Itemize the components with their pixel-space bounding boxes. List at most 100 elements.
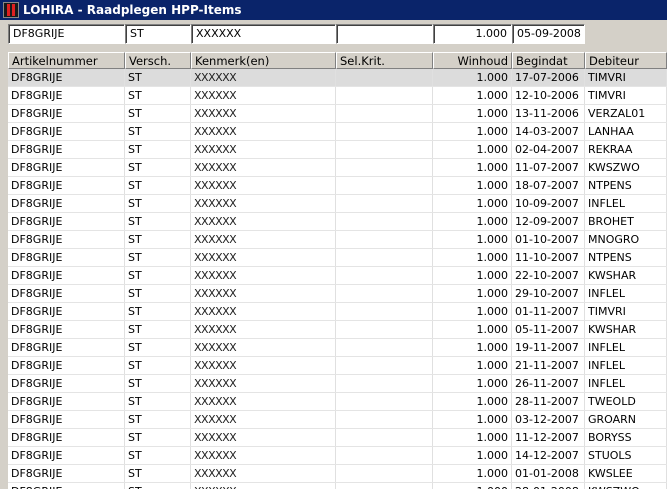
cell-winhoud: 1.000 <box>433 483 512 489</box>
table-row[interactable]: DF8GRIJE ST XXXXXX 1.000 01-11-2007 TIMVRI <box>8 303 667 321</box>
table-row[interactable]: DF8GRIJE ST XXXXXX 1.000 14-03-2007 LANHAA <box>8 123 667 141</box>
cell-debiteur: TWEOLD <box>585 393 667 410</box>
table-row[interactable]: DF8GRIJE ST XXXXXX 1.000 10-09-2007 INFLEL <box>8 195 667 213</box>
cell-begindat: 01-01-2008 <box>512 465 585 482</box>
cell-versch: ST <box>125 303 191 320</box>
column-header-kenmerk[interactable]: Kenmerk(en) <box>191 52 336 69</box>
selkrit-filter[interactable] <box>336 24 433 44</box>
cell-artikelnummer: DF8GRIJE <box>8 141 125 158</box>
table-row[interactable]: DF8GRIJE ST XXXXXX 1.000 28-11-2007 TWEOLD <box>8 393 667 411</box>
cell-winhoud: 1.000 <box>433 105 512 122</box>
cell-debiteur: LANHAA <box>585 123 667 140</box>
cell-selkrit <box>336 285 433 302</box>
datum-filter[interactable]: 05-09-2008 <box>512 24 585 44</box>
cell-begindat: 03-12-2007 <box>512 411 585 428</box>
table-row[interactable]: DF8GRIJE ST XXXXXX 1.000 26-11-2007 INFLEL <box>8 375 667 393</box>
grid-header: Artikelnummer Versch. Kenmerk(en) Sel.Kr… <box>8 52 667 69</box>
cell-artikelnummer: DF8GRIJE <box>8 303 125 320</box>
artikelnummer-filter[interactable]: DF8GRIJE <box>8 24 125 44</box>
column-header-winhoud[interactable]: Winhoud <box>433 52 512 69</box>
table-row[interactable]: DF8GRIJE ST XXXXXX 1.000 11-07-2007 KWSZWO <box>8 159 667 177</box>
table-row[interactable]: DF8GRIJE ST XXXXXX 1.000 29-10-2007 INFLEL <box>8 285 667 303</box>
cell-artikelnummer: DF8GRIJE <box>8 285 125 302</box>
table-row[interactable]: DF8GRIJE ST XXXXXX 1.000 12-09-2007 BROHET <box>8 213 667 231</box>
cell-begindat: 28-11-2007 <box>512 393 585 410</box>
cell-artikelnummer: DF8GRIJE <box>8 411 125 428</box>
table-row[interactable]: DF8GRIJE ST XXXXXX 1.000 05-11-2007 KWSHAR <box>8 321 667 339</box>
table-row[interactable]: DF8GRIJE ST XXXXXX 1.000 22-10-2007 KWSHAR <box>8 267 667 285</box>
column-header-selkrit[interactable]: Sel.Krit. <box>336 52 433 69</box>
table-row[interactable]: DF8GRIJE ST XXXXXX 1.000 11-12-2007 BORYSS <box>8 429 667 447</box>
cell-winhoud: 1.000 <box>433 231 512 248</box>
table-row[interactable]: DF8GRIJE ST XXXXXX 1.000 01-01-2008 KWSLEE <box>8 465 667 483</box>
table-row[interactable]: DF8GRIJE ST XXXXXX 1.000 21-11-2007 INFLEL <box>8 357 667 375</box>
cell-selkrit <box>336 195 433 212</box>
cell-winhoud: 1.000 <box>433 375 512 392</box>
table-row[interactable]: DF8GRIJESTXXXXXX 1.00028-01-2008KWSZWO <box>8 483 667 489</box>
table-row[interactable]: DF8GRIJE ST XXXXXX 1.000 12-10-2006 TIMVRI <box>8 87 667 105</box>
cell-selkrit <box>336 87 433 104</box>
cell-debiteur: REKRAA <box>585 141 667 158</box>
winhoud-filter[interactable]: 1.000 <box>433 24 512 44</box>
table-row[interactable]: DF8GRIJE ST XXXXXX 1.000 19-11-2007 INFLEL <box>8 339 667 357</box>
cell-winhoud: 1.000 <box>433 285 512 302</box>
cell-selkrit <box>336 141 433 158</box>
cell-selkrit <box>336 411 433 428</box>
cell-winhoud: 1.000 <box>433 141 512 158</box>
title-bar[interactable]: LOHIRA - Raadplegen HPP-Items <box>0 0 667 20</box>
table-row[interactable]: DF8GRIJE ST XXXXXX 1.000 13-11-2006 VERZAL01 <box>8 105 667 123</box>
cell-begindat: 19-11-2007 <box>512 339 585 356</box>
cell-selkrit <box>336 339 433 356</box>
cell-versch: ST <box>125 141 191 158</box>
cell-debiteur: GROARN <box>585 411 667 428</box>
cell-kenmerk: XXXXXX <box>191 303 336 320</box>
column-header-artikelnummer[interactable]: Artikelnummer <box>8 52 125 69</box>
cell-artikelnummer: DF8GRIJE <box>8 87 125 104</box>
cell-kenmerk: XXXXXX <box>191 69 336 86</box>
table-row[interactable]: DF8GRIJE ST XXXXXX 1.000 03-12-2007 GROARN <box>8 411 667 429</box>
table-row[interactable]: DF8GRIJE ST XXXXXX 1.000 14-12-2007 STUOLS <box>8 447 667 465</box>
cell-versch: ST <box>125 429 191 446</box>
cell-selkrit <box>336 105 433 122</box>
cell-begindat: 11-12-2007 <box>512 429 585 446</box>
cell-kenmerk: XXXXXX <box>191 375 336 392</box>
cell-selkrit <box>336 69 433 86</box>
versch-filter[interactable]: ST <box>125 24 191 44</box>
cell-artikelnummer: DF8GRIJE <box>8 123 125 140</box>
kenmerk-filter[interactable]: XXXXXX <box>191 24 336 44</box>
grid-body: DF8GRIJE ST XXXXXX 1.000 17-07-2006 TIMVRI DF8… <box>8 69 667 489</box>
cell-debiteur: KWSHAR <box>585 321 667 338</box>
cell-versch: ST <box>125 411 191 428</box>
table-row[interactable]: DF8GRIJE ST XXXXXX 1.000 01-10-2007 MNOGRO <box>8 231 667 249</box>
cell-versch: ST <box>125 195 191 212</box>
cell-debiteur: NTPENS <box>585 249 667 266</box>
table-row[interactable]: DF8GRIJE ST XXXXXX 1.000 17-07-2006 TIMVRI <box>8 69 667 87</box>
table-row[interactable]: DF8GRIJE ST XXXXXX 1.000 18-07-2007 NTPENS <box>8 177 667 195</box>
cell-winhoud: 1.000 <box>433 393 512 410</box>
cell-kenmerk: XXXXXX <box>191 87 336 104</box>
cell-debiteur: TIMVRI <box>585 303 667 320</box>
cell-versch: ST <box>125 357 191 374</box>
cell-selkrit <box>336 375 433 392</box>
cell-begindat: 10-09-2007 <box>512 195 585 212</box>
cell-selkrit <box>336 393 433 410</box>
column-header-debiteur[interactable]: Debiteur <box>585 52 667 69</box>
cell-debiteur: BROHET <box>585 213 667 230</box>
cell-kenmerk: XXXXXX <box>191 465 336 482</box>
cell-kenmerk: XXXXXX <box>191 447 336 464</box>
cell-artikelnummer: DF8GRIJE <box>8 105 125 122</box>
cell-versch: ST <box>125 123 191 140</box>
column-header-versch[interactable]: Versch. <box>125 52 191 69</box>
cell-artikelnummer: DF8GRIJE <box>8 339 125 356</box>
cell-selkrit <box>336 159 433 176</box>
cell-versch: ST <box>125 177 191 194</box>
cell-kenmerk: XXXXXX <box>191 231 336 248</box>
table-row[interactable]: DF8GRIJE ST XXXXXX 1.000 11-10-2007 NTPENS <box>8 249 667 267</box>
cell-winhoud: 1.000 <box>433 195 512 212</box>
column-header-begindat[interactable]: Begindat <box>512 52 585 69</box>
cell-winhoud: 1.000 <box>433 339 512 356</box>
cell-selkrit <box>336 249 433 266</box>
cell-debiteur: MNOGRO <box>585 231 667 248</box>
cell-artikelnummer: DF8GRIJE <box>8 177 125 194</box>
table-row[interactable]: DF8GRIJE ST XXXXXX 1.000 02-04-2007 REKRAA <box>8 141 667 159</box>
